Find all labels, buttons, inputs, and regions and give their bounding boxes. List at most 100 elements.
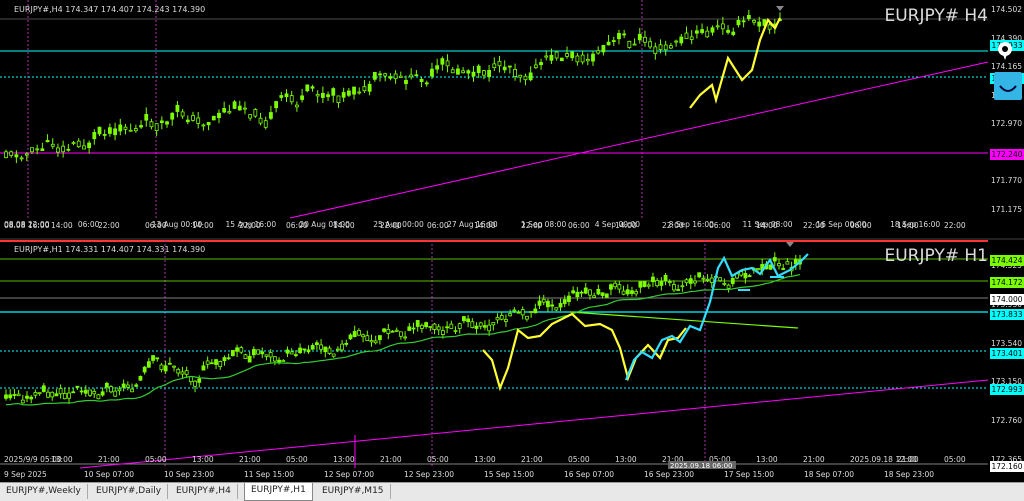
chart-tab-eurjpy--daily[interactable]: EURJPY#,Daily [90, 484, 169, 499]
candle-body [320, 92, 325, 98]
candle-body [398, 331, 403, 337]
candle-body [54, 393, 59, 397]
candle-body [588, 289, 592, 296]
candle-body [298, 347, 302, 354]
candle-body [720, 23, 725, 30]
candle-body [256, 349, 260, 355]
time-label: 15 Sep 15:00 [484, 470, 535, 479]
candle-body [134, 384, 139, 387]
candle-body [293, 354, 298, 356]
time-label: 8 Sep 16:00 [668, 220, 714, 229]
candle-body [344, 342, 349, 345]
plot-background [0, 0, 988, 218]
h1-price-axis[interactable]: 174.325173.930173.540173.150172.760172.3… [988, 240, 1024, 482]
time-label: 06:00 [77, 220, 100, 229]
candle-body [248, 114, 253, 119]
candle-body [184, 370, 189, 375]
candle-body [471, 71, 476, 77]
candle-body [672, 284, 676, 291]
h1-chart-canvas[interactable]: 2025/9/9 05:0013:00 21:00 05:00 13:00 21:00 0… [0, 240, 1024, 482]
candle-body [382, 328, 386, 332]
candle-body [113, 128, 117, 136]
candle-body [388, 76, 393, 79]
candle-body [113, 390, 118, 397]
time-sublabel: 05:00 [427, 455, 449, 464]
candle-body [736, 19, 741, 26]
candle-body [367, 83, 372, 92]
candle-body [61, 145, 66, 153]
candle-body [601, 45, 606, 53]
candle-body [20, 399, 25, 404]
candle-body [575, 55, 580, 63]
candle-body [700, 29, 704, 33]
candle-body [630, 290, 634, 294]
candle-body [622, 33, 627, 36]
candle-body [139, 125, 143, 128]
candle-body [487, 324, 492, 332]
candle-body [209, 362, 214, 365]
candle-body [165, 121, 169, 125]
price-level-tag: 173.401 [990, 348, 1024, 359]
chart-tab-eurjpy--h4[interactable]: EURJPY#,H4 [170, 484, 238, 499]
time-label: 08.08 22:00 [4, 220, 50, 229]
h1-time-axis: 9 Sep 2025 10 Sep 07:00 10 Sep 23:00 11 Sep… [0, 468, 988, 480]
candle-body [436, 326, 441, 331]
candle-body [239, 347, 244, 353]
trade-panel-icon[interactable] [994, 72, 1022, 100]
candle-body [638, 281, 643, 288]
candle-body [159, 120, 164, 123]
candle-body [684, 279, 689, 284]
candle-body [575, 291, 580, 298]
price-label: 171.770 [990, 176, 1022, 186]
h1-chart-pane[interactable]: 2025/9/9 05:00 13:00 21:00 05:00 13:00 21:00 0… [0, 240, 1024, 482]
candle-body [19, 157, 24, 160]
candle-body [676, 289, 681, 291]
candle-body [289, 95, 294, 103]
candle-body [445, 60, 450, 67]
candle-body [41, 385, 46, 392]
candle-body [424, 322, 429, 328]
time-label: 4 Sep 00:00 [594, 220, 641, 229]
candle-body [420, 324, 424, 329]
candle-body [175, 104, 180, 112]
chart-tab-eurjpy--m15[interactable]: EURJPY#,M15 [316, 484, 391, 499]
candle-body [648, 41, 653, 48]
h4-chart-pane[interactable]: 08.08 16:00 14:00 22:00 06:00 14:00 22:00 06:0… [0, 0, 1024, 240]
h4-price-axis[interactable]: 174.502174.390174.165173.565172.970172.3… [988, 0, 1024, 238]
candle-body [82, 145, 86, 150]
candle-body [523, 75, 528, 81]
candle-body [642, 280, 647, 287]
time-label: 12 Sep 07:00 [324, 470, 375, 479]
candle-body [394, 329, 399, 332]
candle-body [482, 70, 486, 76]
chart-tab-eurjpy--weekly[interactable]: EURJPY#,Weekly [0, 484, 88, 499]
candle-body [30, 147, 34, 153]
candle-body [222, 357, 227, 362]
candle-body [709, 277, 714, 283]
candle-body [726, 284, 731, 289]
h4-chart-canvas[interactable]: 08.08 16:00 14:00 22:00 06:00 14:00 22:00 06:0… [0, 0, 1024, 238]
candle-body [214, 359, 218, 365]
time-label: 20 Aug 08:00 [299, 220, 350, 229]
price-label: 174.502 [990, 5, 1022, 14]
candle-body [331, 88, 336, 96]
candle-body [453, 330, 458, 332]
candle-body [470, 321, 475, 328]
candle-body [730, 278, 735, 285]
candle-body [348, 334, 353, 340]
time-label: 17 Sep 15:00 [724, 470, 775, 479]
chart-tab-eurjpy--h1[interactable]: EURJPY#,H1 [244, 483, 313, 501]
candle-body [705, 278, 710, 281]
candle-body [513, 68, 517, 77]
candle-body [4, 151, 8, 159]
candle-body [130, 388, 134, 393]
candle-body [731, 31, 736, 35]
candle-body [502, 66, 507, 71]
pin-icon[interactable] [994, 40, 1016, 62]
candle-body [269, 112, 273, 119]
candle-body [167, 362, 172, 365]
candle-body [518, 74, 523, 78]
candle-body [264, 354, 269, 357]
candle-body [497, 60, 502, 67]
candle-body [193, 380, 197, 387]
